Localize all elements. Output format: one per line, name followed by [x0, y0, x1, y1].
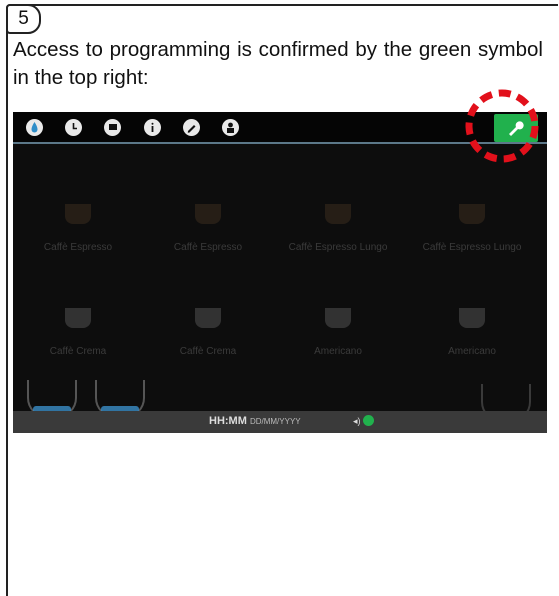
flag-icon[interactable] [104, 119, 121, 136]
date-value: DD/MM/YYYY [249, 417, 301, 426]
product-label: Caffè Crema [49, 346, 107, 357]
product-label: Caffè Espresso Lungo [288, 242, 388, 253]
product-tile[interactable]: Americano [273, 308, 403, 378]
product-label: Caffè Espresso [43, 242, 113, 253]
product-label: Caffè Espresso [173, 242, 243, 253]
product-label: Americano [314, 346, 362, 357]
cup-icon [459, 308, 485, 328]
product-tile[interactable]: Caffè Crema [13, 308, 143, 378]
highlight-circle [465, 89, 539, 163]
cup-icon [65, 204, 91, 224]
step-number: 5 [6, 4, 41, 34]
cup-icon [325, 308, 351, 328]
instruction-text: Access to programming is confirmed by th… [13, 38, 543, 89]
service-status-icon [363, 415, 374, 426]
cup-icon [195, 204, 221, 224]
product-tile[interactable]: Caffè Espresso Lungo [407, 204, 537, 274]
user-icon[interactable] [222, 119, 239, 136]
product-tile[interactable]: Americano [407, 308, 537, 378]
datetime-display: HH:MM DD/MM/YYYY [209, 415, 301, 427]
clock-icon[interactable] [65, 119, 82, 136]
product-tile[interactable]: Caffè Crema [143, 308, 273, 378]
water-drop-icon[interactable] [26, 119, 43, 136]
product-label: Caffè Crema [179, 346, 237, 357]
product-label: Caffè Espresso Lungo [422, 242, 522, 253]
cup-icon [65, 308, 91, 328]
volume-icon[interactable]: ◂) [353, 416, 361, 427]
pencil-icon[interactable] [183, 119, 200, 136]
product-tile[interactable]: Caffè Espresso [143, 204, 273, 274]
cup-icon [195, 308, 221, 328]
screen-status-bar: HH:MM DD/MM/YYYY ◂) [13, 411, 547, 433]
cup-icon [325, 204, 351, 224]
cup-icon [459, 204, 485, 224]
info-icon[interactable] [144, 119, 161, 136]
product-label: Americano [448, 346, 496, 357]
time-value: HH:MM [209, 415, 247, 427]
product-tile[interactable]: Caffè Espresso Lungo [273, 204, 403, 274]
product-tile[interactable]: Caffè Espresso [13, 204, 143, 274]
